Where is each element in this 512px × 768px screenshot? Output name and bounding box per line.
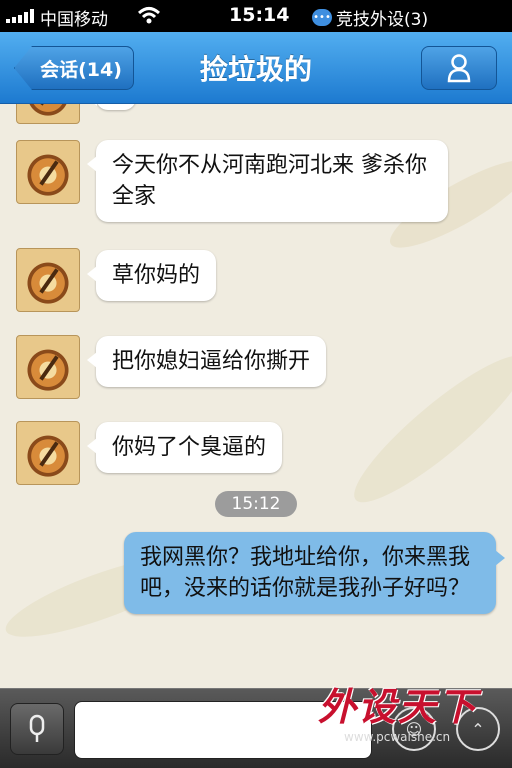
message-text: 草你妈的	[112, 263, 201, 288]
notification-text: 竞技外设(3)	[336, 10, 429, 30]
back-button[interactable]: 会话(14)	[14, 46, 134, 90]
wifi-icon	[137, 6, 161, 31]
message-text: 你妈了个臭逼的	[112, 435, 267, 460]
message-bubble[interactable]: 把你媳妇逼给你撕开	[86, 336, 327, 387]
message-text: 今天你不从河南跑河北来 爹杀你全家	[112, 153, 427, 209]
avatar[interactable]	[16, 104, 80, 124]
status-notification: ••• 竞技外设(3)	[312, 5, 428, 30]
avatar[interactable]	[16, 335, 80, 399]
avatar[interactable]	[16, 140, 80, 204]
chat-area[interactable]: 今天你不从河南跑河北来 爹杀你全家 草你妈的 把你媳妇逼给你撕开 你妈了个臭逼的…	[0, 104, 512, 688]
message-text: 把你媳妇逼给你撕开	[112, 349, 311, 374]
avatar[interactable]	[16, 248, 80, 312]
message-bubble[interactable]: 今天你不从河南跑河北来 爹杀你全家	[87, 140, 448, 222]
page-title: 捡垃圾的	[199, 53, 312, 86]
watermark-logo: 外设天下	[318, 685, 479, 729]
microphone-icon	[29, 714, 45, 742]
signal-icon	[6, 9, 34, 23]
message-timestamp: 15:12	[215, 491, 297, 517]
back-button-label: 会话(14)	[40, 58, 122, 81]
avatar[interactable]	[16, 421, 80, 485]
nav-bar: 会话(14) 捡垃圾的	[0, 32, 512, 104]
status-bar: 中国移动 15:14 ••• 竞技外设(3)	[0, 0, 512, 32]
user-icon	[447, 54, 471, 83]
message-text: 我网黑你？我地址给你，你来黑我吧，没来的话你就是我孙子好吗？	[140, 545, 471, 601]
chat-bubble-icon: •••	[312, 9, 332, 26]
profile-button[interactable]	[421, 46, 497, 90]
voice-button[interactable]	[10, 703, 64, 755]
message-bubble-partial	[87, 104, 136, 110]
watermark-url: www.pcwaishe.cn	[344, 730, 451, 744]
message-bubble-outgoing[interactable]: 我网黑你？我地址给你，你来黑我吧，没来的话你就是我孙子好吗？	[124, 532, 505, 614]
carrier-name: 中国移动	[40, 10, 108, 30]
message-bubble[interactable]: 草你妈的	[86, 250, 217, 301]
status-time: 15:14	[229, 4, 290, 26]
message-bubble[interactable]: 你妈了个臭逼的	[86, 422, 283, 473]
